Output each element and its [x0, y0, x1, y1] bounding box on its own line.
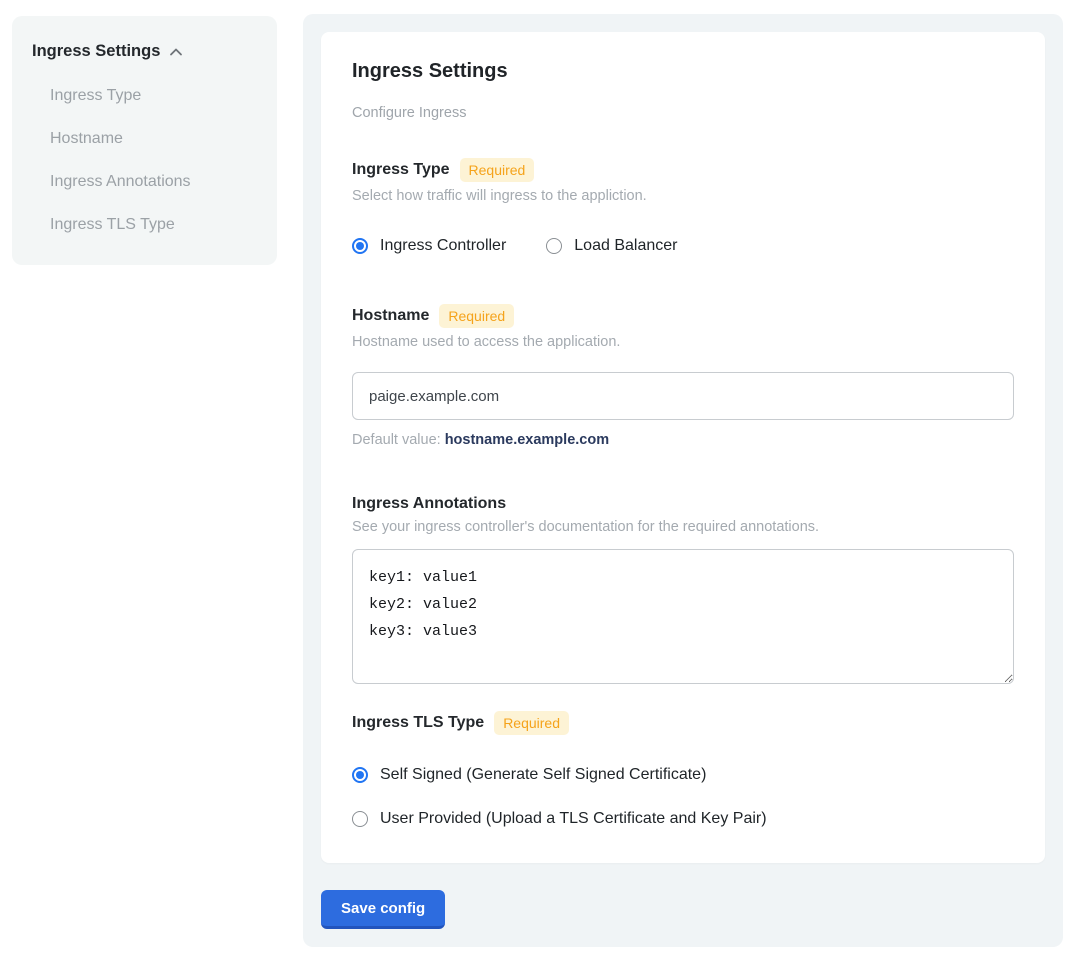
- hostname-input[interactable]: [352, 372, 1014, 420]
- section-hostname: Hostname Required Hostname used to acces…: [352, 304, 1014, 448]
- default-value: hostname.example.com: [445, 432, 609, 448]
- hostname-default-line: Default value: hostname.example.com: [352, 432, 1014, 448]
- radio-self-signed[interactable]: [352, 767, 368, 783]
- ingress-annotations-label: Ingress Annotations: [352, 495, 506, 513]
- radio-option-self-signed[interactable]: Self Signed (Generate Self Signed Certif…: [352, 766, 1014, 784]
- hostname-help: Hostname used to access the application.: [352, 334, 1014, 350]
- sidebar-item-ingress-tls-type[interactable]: Ingress TLS Type: [50, 216, 257, 234]
- required-badge: Required: [460, 158, 535, 182]
- section-ingress-annotations: Ingress Annotations See your ingress con…: [352, 495, 1014, 689]
- save-config-button[interactable]: Save config: [321, 890, 445, 929]
- ingress-type-label: Ingress Type: [352, 161, 450, 179]
- ingress-type-help: Select how traffic will ingress to the a…: [352, 188, 1014, 204]
- sidebar-item-hostname[interactable]: Hostname: [50, 130, 257, 148]
- default-value-label: Default value:: [352, 432, 441, 448]
- radio-user-provided[interactable]: [352, 811, 368, 827]
- sidebar-group-ingress-settings[interactable]: Ingress Settings: [32, 42, 257, 61]
- radio-option-ingress-controller[interactable]: Ingress Controller: [352, 237, 506, 255]
- required-badge: Required: [494, 711, 569, 735]
- radio-option-user-provided[interactable]: User Provided (Upload a TLS Certificate …: [352, 810, 1014, 828]
- radio-label: Self Signed (Generate Self Signed Certif…: [380, 766, 706, 784]
- ingress-tls-type-label: Ingress TLS Type: [352, 714, 484, 732]
- page-subtitle: Configure Ingress: [352, 105, 1014, 121]
- settings-sidebar: Ingress Settings Ingress Type Hostname I…: [12, 16, 277, 265]
- sidebar-item-ingress-annotations[interactable]: Ingress Annotations: [50, 173, 257, 191]
- sidebar-item-ingress-type[interactable]: Ingress Type: [50, 87, 257, 105]
- ingress-type-radio-group: Ingress Controller Load Balancer: [352, 237, 1014, 255]
- ingress-tls-radio-group: Self Signed (Generate Self Signed Certif…: [352, 766, 1014, 828]
- section-ingress-tls-type: Ingress TLS Type Required Self Signed (G…: [352, 711, 1014, 828]
- radio-ingress-controller[interactable]: [352, 238, 368, 254]
- radio-load-balancer[interactable]: [546, 238, 562, 254]
- radio-option-load-balancer[interactable]: Load Balancer: [546, 237, 677, 255]
- radio-label: Ingress Controller: [380, 237, 506, 255]
- ingress-annotations-help: See your ingress controller's documentat…: [352, 519, 1014, 535]
- ingress-annotations-textarea[interactable]: key1: value1 key2: value2 key3: value3: [352, 549, 1014, 684]
- required-badge: Required: [439, 304, 514, 328]
- settings-panel: Ingress Settings Configure Ingress Ingre…: [303, 14, 1063, 947]
- hostname-label: Hostname: [352, 307, 429, 325]
- radio-label: User Provided (Upload a TLS Certificate …: [380, 810, 767, 828]
- page-title: Ingress Settings: [352, 60, 1014, 83]
- sidebar-group-label: Ingress Settings: [32, 42, 160, 61]
- sidebar-item-list: Ingress Type Hostname Ingress Annotation…: [32, 87, 257, 234]
- chevron-up-icon: [168, 44, 184, 60]
- ingress-settings-card: Ingress Settings Configure Ingress Ingre…: [321, 32, 1045, 863]
- radio-label: Load Balancer: [574, 237, 677, 255]
- section-ingress-type: Ingress Type Required Select how traffic…: [352, 158, 1014, 255]
